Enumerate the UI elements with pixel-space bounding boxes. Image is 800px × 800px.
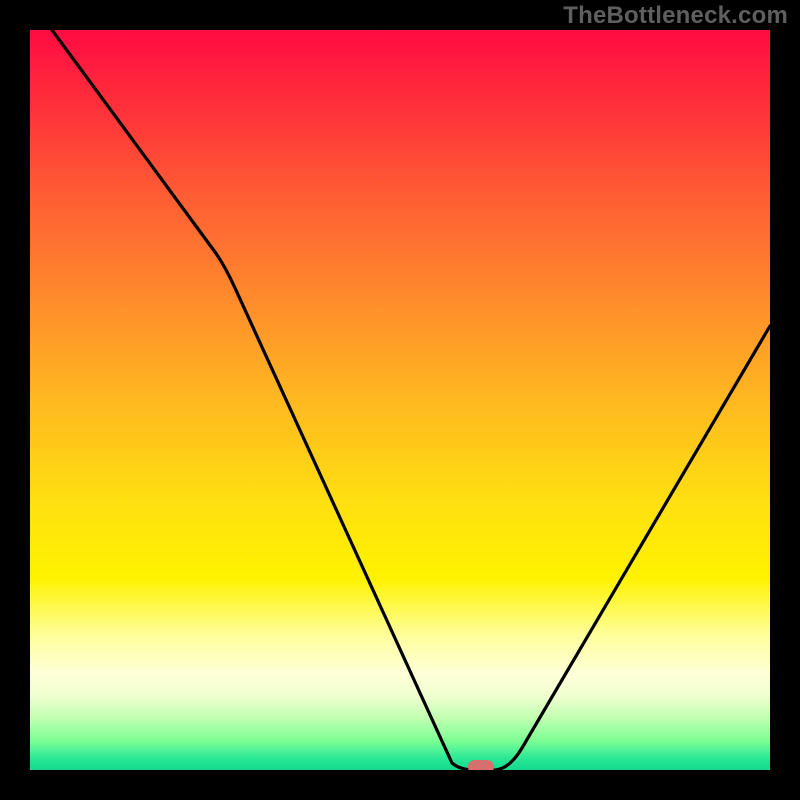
plot-area xyxy=(30,30,770,770)
curve-path xyxy=(52,30,770,770)
chart-frame: TheBottleneck.com xyxy=(0,0,800,800)
optimal-marker xyxy=(468,760,494,770)
watermark-text: TheBottleneck.com xyxy=(563,2,788,30)
bottleneck-curve xyxy=(30,30,770,770)
